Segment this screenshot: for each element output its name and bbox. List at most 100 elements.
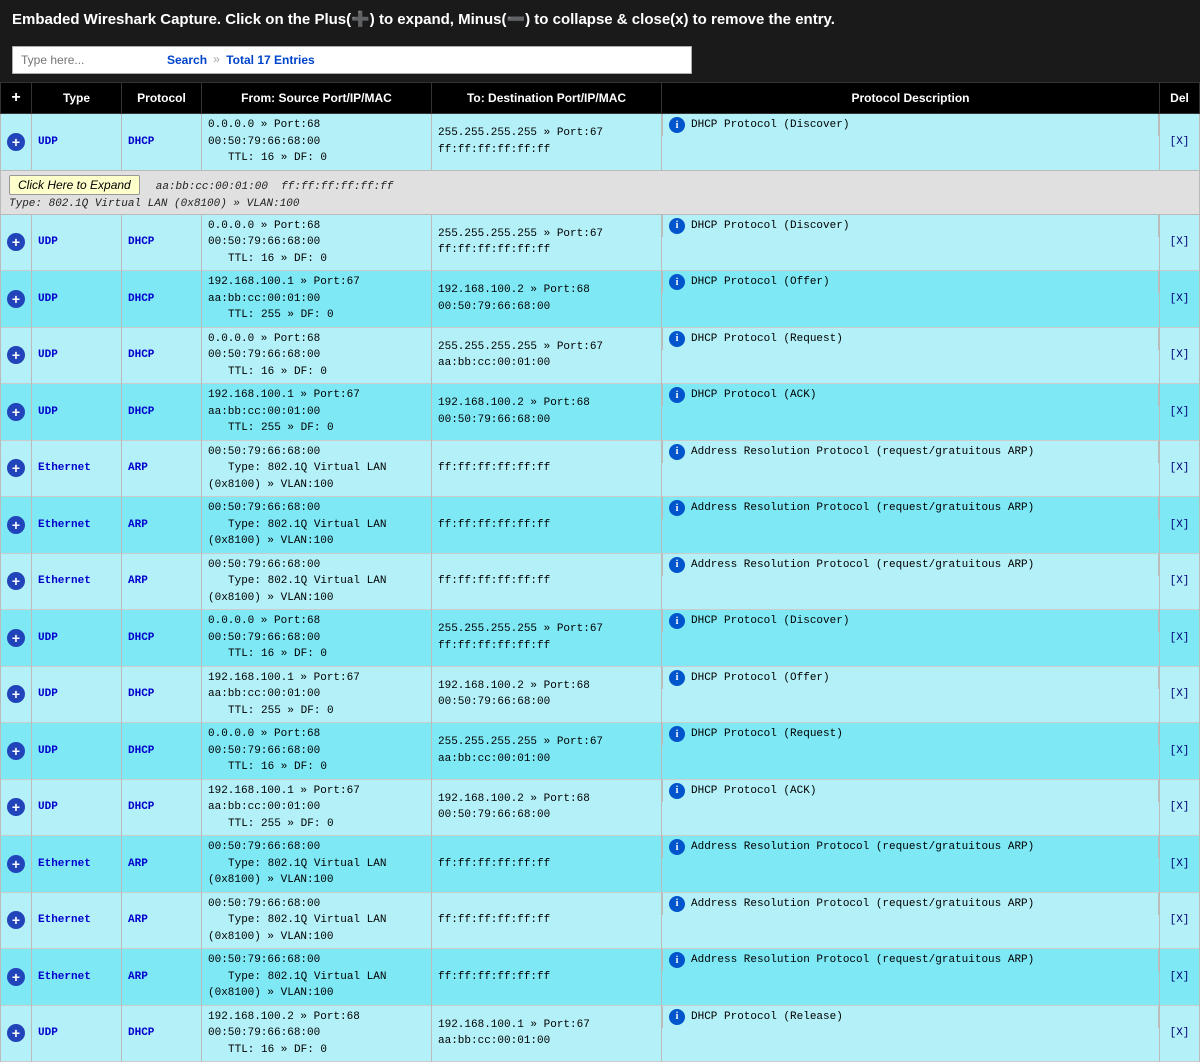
from-cell: 0.0.0.0 » Port:6800:50:79:66:68:00TTL: 1… — [202, 214, 432, 271]
delete-cell[interactable]: [X] — [1160, 327, 1200, 384]
expand-button[interactable]: + — [7, 855, 25, 873]
info-icon[interactable]: i — [669, 557, 685, 573]
delete-cell[interactable]: [X] — [1160, 779, 1200, 836]
table-row: +EthernetARP00:50:79:66:68:00Type: 802.1… — [1, 497, 1200, 554]
desc-cell: iAddress Resolution Protocol (request/gr… — [662, 441, 1159, 463]
type-cell: UDP — [32, 610, 122, 667]
expand-button[interactable]: + — [7, 290, 25, 308]
expand-cell: + — [1, 666, 32, 723]
expand-button[interactable]: + — [7, 459, 25, 477]
expand-button[interactable]: + — [7, 516, 25, 534]
protocol-cell: DHCP — [122, 327, 202, 384]
info-icon[interactable]: i — [669, 896, 685, 912]
desc-cell: iDHCP Protocol (Discover) — [662, 215, 1159, 237]
type-cell: UDP — [32, 779, 122, 836]
from-cell: 0.0.0.0 » Port:6800:50:79:66:68:00TTL: 1… — [202, 327, 432, 384]
search-divider: » — [213, 53, 220, 67]
info-icon[interactable]: i — [669, 117, 685, 133]
to-cell: ff:ff:ff:ff:ff:ff — [432, 553, 662, 610]
search-button[interactable]: Search — [167, 53, 207, 67]
expand-button[interactable]: + — [7, 968, 25, 986]
info-icon[interactable]: i — [669, 1009, 685, 1025]
type-cell: Ethernet — [32, 892, 122, 949]
table-row: +UDPDHCP192.168.100.2 » Port:6800:50:79:… — [1, 1005, 1200, 1062]
protocol-column-header: Protocol — [122, 83, 202, 114]
info-icon[interactable]: i — [669, 387, 685, 403]
delete-cell[interactable]: [X] — [1160, 666, 1200, 723]
desc-text: Address Resolution Protocol (request/gra… — [691, 954, 1034, 966]
delete-cell[interactable]: [X] — [1160, 723, 1200, 780]
type-cell: Ethernet — [32, 553, 122, 610]
delete-cell[interactable]: [X] — [1160, 271, 1200, 328]
type-cell: UDP — [32, 214, 122, 271]
info-icon[interactable]: i — [669, 952, 685, 968]
delete-cell[interactable]: [X] — [1160, 892, 1200, 949]
del-column-header: Del — [1160, 83, 1200, 114]
desc-cell: iDHCP Protocol (ACK) — [662, 780, 1159, 802]
from-cell: 00:50:79:66:68:00Type: 802.1Q Virtual LA… — [202, 440, 432, 497]
search-input[interactable] — [21, 53, 161, 67]
expand-button[interactable]: + — [7, 1024, 25, 1042]
desc-cell: iDHCP Protocol (Offer) — [662, 667, 1159, 689]
delete-cell[interactable]: [X] — [1160, 1005, 1200, 1062]
info-icon[interactable]: i — [669, 218, 685, 234]
from-cell: 00:50:79:66:68:00Type: 802.1Q Virtual LA… — [202, 949, 432, 1006]
expand-button[interactable]: + — [7, 685, 25, 703]
desc-cell: i Address Resolution Protocol (request/gr… — [662, 949, 1159, 971]
info-icon[interactable]: i — [669, 444, 685, 460]
from-cell: 00:50:79:66:68:00Type: 802.1Q Virtual LA… — [202, 892, 432, 949]
delete-cell[interactable]: [X] — [1160, 553, 1200, 610]
expand-button[interactable]: + — [7, 629, 25, 647]
delete-cell[interactable]: [X] — [1160, 384, 1200, 441]
to-cell: 192.168.100.2 » Port:6800:50:79:66:68:00 — [432, 271, 662, 328]
desc-cell: iAddress Resolution Protocol (request/gr… — [662, 893, 1159, 915]
type-cell: Ethernet — [32, 497, 122, 554]
protocol-cell: DHCP — [122, 723, 202, 780]
info-icon[interactable]: i — [669, 500, 685, 516]
table-row: +UDPDHCP0.0.0.0 » Port:6800:50:79:66:68:… — [1, 723, 1200, 780]
to-cell: ff:ff:ff:ff:ff:ff — [432, 836, 662, 893]
info-icon[interactable]: i — [669, 274, 685, 290]
info-icon[interactable]: i — [669, 670, 685, 686]
from-cell: 00:50:79:66:68:00Type: 802.1Q Virtual LA… — [202, 836, 432, 893]
delete-cell[interactable]: [X] — [1160, 497, 1200, 554]
info-icon[interactable]: i — [669, 783, 685, 799]
packet-table: + Type Protocol From: Source Port/IP/MAC… — [0, 82, 1200, 1062]
expand-cell: + — [1, 723, 32, 780]
delete-cell[interactable]: [X] — [1160, 440, 1200, 497]
protocol-cell: ARP — [122, 949, 202, 1006]
expand-cell: + — [1, 384, 32, 441]
add-column-header[interactable]: + — [1, 83, 32, 114]
delete-cell[interactable]: [X] — [1160, 610, 1200, 667]
delete-cell[interactable]: [X] — [1160, 214, 1200, 271]
expand-button[interactable]: + — [7, 403, 25, 421]
to-cell: ff:ff:ff:ff:ff:ff — [432, 949, 662, 1006]
desc-text: DHCP Protocol (Request) — [691, 728, 843, 740]
expand-button[interactable]: + — [7, 911, 25, 929]
expand-button[interactable]: + — [7, 572, 25, 590]
desc-text: DHCP Protocol (Release) — [691, 1011, 843, 1023]
from-cell: 192.168.100.1 » Port:67aa:bb:cc:00:01:00… — [202, 666, 432, 723]
delete-cell[interactable]: [X] — [1160, 949, 1200, 1006]
info-icon[interactable]: i — [669, 613, 685, 629]
protocol-cell: DHCP — [122, 610, 202, 667]
expand-button[interactable]: + — [7, 133, 25, 151]
info-icon[interactable]: i — [669, 331, 685, 347]
expand-button[interactable]: + — [7, 798, 25, 816]
to-cell: 192.168.100.2 » Port:6800:50:79:66:68:00 — [432, 779, 662, 836]
type-cell: UDP — [32, 271, 122, 328]
type-cell: UDP — [32, 723, 122, 780]
title-bar: Embaded Wireshark Capture. Click on the … — [0, 0, 1200, 38]
expand-button[interactable]: + — [7, 346, 25, 364]
delete-cell[interactable]: [X] — [1160, 114, 1200, 171]
expand-cell: + — [1, 497, 32, 554]
expand-button[interactable]: + — [7, 233, 25, 251]
desc-cell: i DHCP Protocol (Request) — [662, 723, 1159, 745]
delete-cell[interactable]: [X] — [1160, 836, 1200, 893]
page-title: Embaded Wireshark Capture. Click on the … — [12, 11, 835, 28]
info-icon[interactable]: i — [669, 726, 685, 742]
protocol-cell: ARP — [122, 497, 202, 554]
tooltip-expand-label[interactable]: Click Here to Expand — [9, 175, 140, 195]
expand-button[interactable]: + — [7, 742, 25, 760]
info-icon[interactable]: i — [669, 839, 685, 855]
